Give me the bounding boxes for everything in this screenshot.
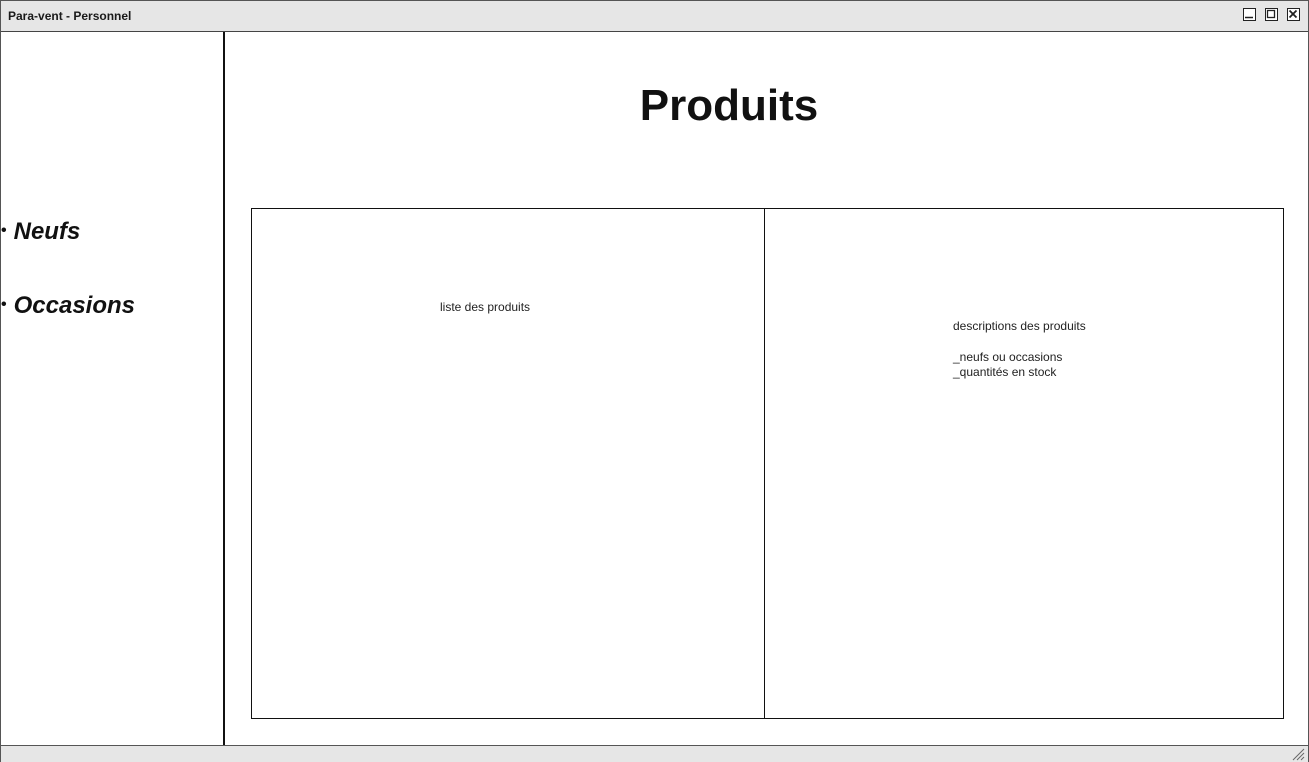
product-description-panel: descriptions des produits _neufs ou occa… xyxy=(953,319,1086,380)
status-bar xyxy=(1,745,1308,762)
bullet-icon: • xyxy=(1,295,7,313)
sidebar-item-occasions[interactable]: • Occasions xyxy=(1,292,135,320)
panel-divider xyxy=(764,209,765,718)
sidebar-item-label: Neufs xyxy=(13,218,81,245)
maximize-icon xyxy=(1266,9,1276,19)
app-window: Para-vent - Personnel • Neufs • Occasions … xyxy=(0,0,1309,762)
description-heading: descriptions des produits xyxy=(953,319,1086,333)
minimize-icon xyxy=(1245,16,1253,19)
page-title: Produits xyxy=(639,81,819,130)
sidebar: • Neufs • Occasions xyxy=(1,32,225,745)
bullet-icon: • xyxy=(1,221,7,239)
sidebar-item-neufs[interactable]: • Neufs xyxy=(1,218,80,246)
minimize-button[interactable] xyxy=(1243,8,1256,21)
window-title: Para-vent - Personnel xyxy=(8,9,132,23)
close-button[interactable] xyxy=(1287,8,1300,21)
sidebar-item-label: Occasions xyxy=(13,292,136,319)
description-line-stock: _quantités en stock xyxy=(953,365,1057,379)
title-bar[interactable]: Para-vent - Personnel xyxy=(1,1,1308,32)
resize-grip-icon[interactable] xyxy=(1291,747,1305,761)
maximize-button[interactable] xyxy=(1265,8,1278,21)
close-icon xyxy=(1288,9,1298,19)
products-panels: liste des produits descriptions des prod… xyxy=(251,208,1284,719)
description-line-condition: _neufs ou occasions xyxy=(953,350,1063,364)
product-list-label: liste des produits xyxy=(440,300,531,314)
